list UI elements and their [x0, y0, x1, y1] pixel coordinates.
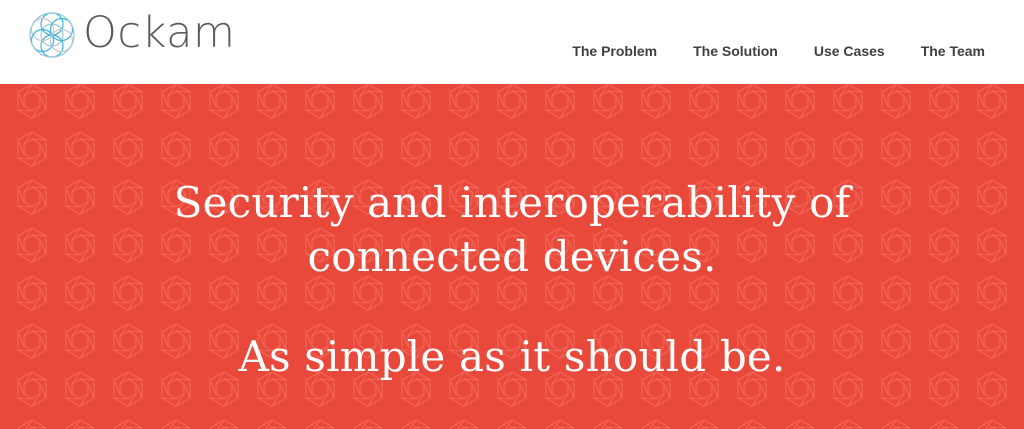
nav-link-use-cases[interactable]: Use Cases [814, 43, 885, 59]
flower-of-life-icon [29, 12, 75, 58]
nav-link-the-team[interactable]: The Team [921, 43, 985, 59]
brand-name: Ockam [83, 7, 236, 58]
nav-link-the-problem[interactable]: The Problem [572, 43, 657, 59]
main-nav: The Problem The Solution Use Cases The T… [572, 43, 985, 59]
hero-headline: Security and interoperability of connect… [0, 176, 1024, 284]
hero-tagline: As simple as it should be. [238, 332, 786, 381]
site-header: Ockam The Problem The Solution Use Cases… [0, 0, 1024, 84]
logo-link[interactable]: Ockam [24, 8, 235, 62]
nav-link-the-solution[interactable]: The Solution [693, 43, 778, 59]
hero-headline-line-1: Security and interoperability of [173, 178, 851, 227]
hero-headline-line-2: connected devices. [307, 232, 717, 281]
hero-section: Security and interoperability of connect… [0, 84, 1024, 429]
